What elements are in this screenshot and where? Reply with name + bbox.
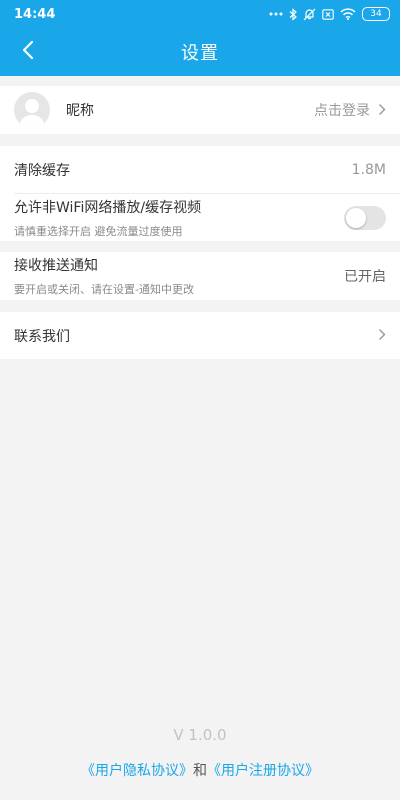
privacy-agreement-link[interactable]: 《用户隐私协议》 [81, 763, 193, 779]
app-version: V 1.0.0 [173, 726, 227, 744]
bluetooth-icon [289, 7, 297, 21]
push-sub: 要开启或关闭、请在设置-通知中更改 [14, 283, 194, 296]
profile-left: 昵称 [14, 92, 94, 128]
chevron-right-icon [378, 326, 386, 345]
agreement-links: 《用户隐私协议》和《用户注册协议》 [0, 760, 400, 780]
back-arrow-icon [21, 40, 35, 64]
chevron-right-icon [378, 101, 386, 120]
push-label: 接收推送通知 [14, 258, 98, 274]
mute-icon [303, 8, 316, 21]
status-time: 14:44 [14, 6, 56, 22]
register-agreement-link[interactable]: 《用户注册协议》 [207, 763, 319, 779]
battery-icon: 34 [362, 7, 390, 21]
profile-section: 昵称 点击登录 [0, 86, 400, 134]
page-title: 设置 [181, 43, 219, 64]
nav-bar: 设置 [0, 28, 400, 76]
profile-row[interactable]: 昵称 点击登录 [0, 86, 400, 134]
settings-screen: 14:44 34 设置 昵称 点击登录 清除缓存 1.8M 允许非WiFi网络播… [0, 0, 400, 800]
push-text: 接收推送通知 要开启或关闭、请在设置-通知中更改 [14, 255, 194, 297]
cache-section: 清除缓存 1.8M 允许非WiFi网络播放/缓存视频 请慎重选择开启 避免流量过… [0, 146, 400, 241]
contact-label: 联系我们 [14, 328, 70, 345]
and-text: 和 [193, 763, 207, 779]
push-status: 已开启 [344, 269, 386, 285]
non-wifi-row: 允许非WiFi网络播放/缓存视频 请慎重选择开启 避免流量过度使用 [0, 194, 400, 241]
avatar [14, 92, 50, 128]
non-wifi-label: 允许非WiFi网络播放/缓存视频 [14, 199, 202, 216]
default-avatar-icon [19, 99, 45, 128]
push-section: 接收推送通知 要开启或关闭、请在设置-通知中更改 已开启 [0, 252, 400, 300]
nickname-label: 昵称 [66, 103, 94, 119]
sim-x-icon [322, 8, 334, 20]
status-icons: 34 [269, 7, 390, 21]
wifi-icon [340, 8, 356, 20]
login-text[interactable]: 点击登录 [314, 100, 370, 120]
non-wifi-sub: 请慎重选择开启 避免流量过度使用 [14, 224, 183, 238]
push-row[interactable]: 接收推送通知 要开启或关闭、请在设置-通知中更改 已开启 [0, 252, 400, 300]
cache-size: 1.8M [351, 161, 386, 178]
more-dots-icon [269, 11, 283, 17]
contact-row[interactable]: 联系我们 [0, 312, 400, 359]
clear-cache-row[interactable]: 清除缓存 1.8M [0, 146, 400, 193]
non-wifi-toggle[interactable] [344, 205, 386, 230]
toggle-knob [346, 207, 366, 228]
back-button[interactable] [10, 34, 46, 70]
status-bar: 14:44 34 [0, 0, 400, 28]
contact-section: 联系我们 [0, 312, 400, 359]
non-wifi-text: 允许非WiFi网络播放/缓存视频 请慎重选择开启 避免流量过度使用 [14, 197, 201, 239]
login-action[interactable]: 点击登录 [314, 100, 386, 120]
clear-cache-label: 清除缓存 [14, 162, 70, 179]
